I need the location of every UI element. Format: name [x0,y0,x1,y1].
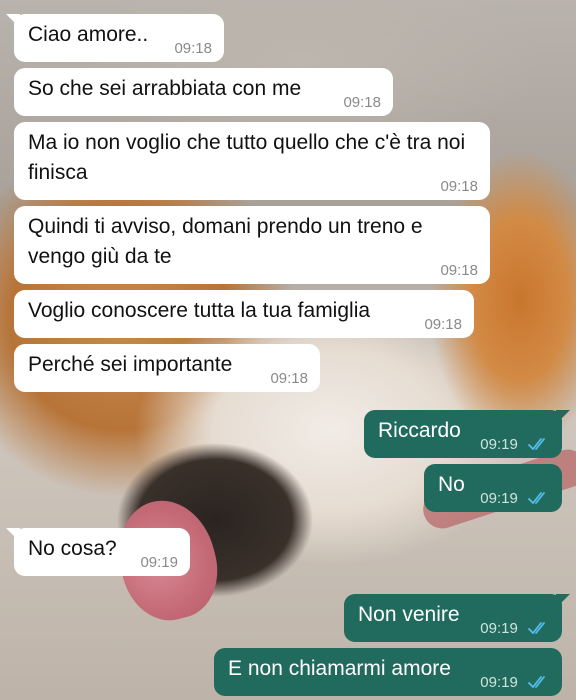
message-bubble-incoming[interactable]: Ma io non voglio che tutto quello che c'… [14,122,490,200]
message-time: 09:18 [424,316,462,333]
message-time: 09:18 [440,262,478,279]
message-text: E non chiamarmi amore [228,657,451,680]
message-meta: 09:19 [480,674,550,692]
message-bubble-incoming[interactable]: Voglio conoscere tutta la tua famiglia 0… [14,290,474,338]
message-text: No [438,473,465,496]
double-check-icon [528,676,545,689]
message-time: 09:18 [440,178,478,195]
double-check-icon [528,492,545,505]
message-text: So che sei arrabbiata con me [28,77,302,100]
message-bubble-incoming[interactable]: Perché sei importante 09:18 [14,344,320,392]
message-time: 09:18 [343,94,381,111]
message-time: 09:18 [270,370,308,387]
message-meta: 09:19 [480,490,550,508]
message-text: Voglio conoscere tutta la tua famiglia [28,299,371,322]
message-time: 09:19 [480,490,518,507]
message-bubble-incoming[interactable]: So che sei arrabbiata con me 09:18 [14,68,393,116]
message-time: 09:18 [174,40,212,57]
message-meta: 09:19 [480,620,550,638]
message-bubble-outgoing[interactable]: E non chiamarmi amore 09:19 [214,648,562,696]
message-time: 09:19 [480,436,518,453]
message-time: 09:19 [140,554,178,571]
message-text: Ma io non voglio che tutto quello che c'… [28,131,466,184]
message-text: Non venire [358,603,460,626]
message-meta: 09:19 [480,436,550,454]
message-text: Perché sei importante [28,353,233,376]
message-time: 09:19 [480,674,518,691]
message-bubble-outgoing[interactable]: No 09:19 [424,464,562,512]
message-text: Ciao amore.. [28,23,149,46]
message-time: 09:19 [480,620,518,637]
message-bubble-incoming[interactable]: Quindi ti avviso, domani prendo un treno… [14,206,490,284]
message-text: No cosa? [28,537,117,560]
message-bubble-outgoing[interactable]: Non venire 09:19 [344,594,570,642]
message-bubble-outgoing[interactable]: Riccardo 09:19 [364,410,570,458]
message-bubble-incoming[interactable]: Ciao amore.. 09:18 [6,14,224,62]
message-bubble-incoming[interactable]: No cosa? 09:19 [6,528,190,576]
message-text: Riccardo [378,419,461,442]
message-text: Quindi ti avviso, domani prendo un treno… [28,215,423,268]
double-check-icon [528,438,545,451]
double-check-icon [528,622,545,635]
